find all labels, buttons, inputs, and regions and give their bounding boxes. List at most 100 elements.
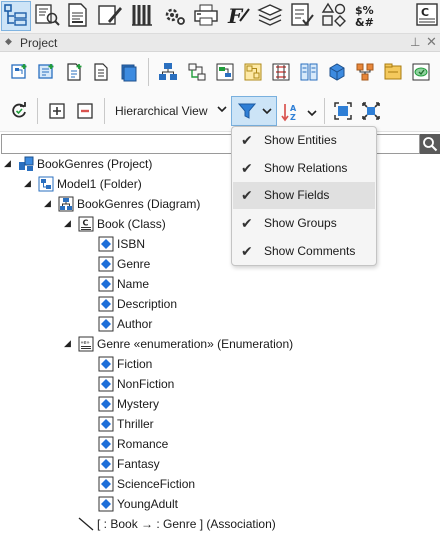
hierarchy-icon[interactable] — [158, 62, 178, 82]
tree-node-label: Model1 (Folder) — [57, 177, 142, 191]
generate-code-icon[interactable] — [128, 1, 158, 31]
panel-header: ◆ Project ⊥ ✕ — [0, 34, 440, 52]
expand-arrow-icon[interactable]: ◢ — [44, 198, 51, 209]
columns-icon[interactable] — [299, 62, 319, 82]
toolbar-separator — [148, 58, 149, 86]
print-icon[interactable] — [192, 1, 222, 31]
expand-arrow-icon[interactable]: ◢ — [24, 178, 31, 189]
project-icon — [18, 156, 34, 172]
tree-node-field[interactable]: Description — [0, 294, 440, 314]
tree-node-label: Book (Class) — [97, 217, 166, 231]
functions-icon[interactable]: F — [224, 1, 254, 31]
tree-node-label: Author — [117, 317, 153, 331]
search-model-icon[interactable] — [33, 1, 63, 31]
chevron-down-icon — [262, 105, 272, 119]
expand-arrow-icon[interactable]: ◢ — [4, 158, 11, 169]
check-icon: ✔ — [241, 243, 253, 259]
pin-icon[interactable]: ⊥ — [410, 35, 420, 49]
shapes-icon[interactable] — [320, 1, 350, 31]
tree-node-field[interactable]: Thriller — [0, 414, 440, 434]
field-icon — [98, 376, 114, 392]
sort-button[interactable]: AZ — [281, 101, 321, 123]
menu-item-show-comments[interactable]: ✔ Show Comments — [233, 238, 375, 265]
search-button[interactable] — [420, 134, 440, 154]
tree-node-field[interactable]: Fantasy — [0, 454, 440, 474]
menu-item-show-relations[interactable]: ✔ Show Relations — [233, 155, 375, 182]
collapse-all-icon[interactable] — [75, 101, 95, 121]
filter-button[interactable] — [231, 96, 277, 126]
checklist-icon[interactable] — [288, 1, 318, 31]
state-icon[interactable] — [243, 62, 263, 82]
tree-node-enumeration[interactable]: ◢ «e» Genre «enumeration» (Enumeration) — [0, 334, 440, 354]
svg-text:A: A — [290, 104, 297, 113]
tree-node-label: BookGenres (Diagram) — [77, 197, 201, 211]
add-note-icon[interactable] — [92, 62, 112, 82]
field-icon — [98, 296, 114, 312]
expand-arrow-icon[interactable]: ◢ — [64, 218, 71, 229]
tree-node-label: Mystery — [117, 397, 159, 411]
toolbar-separator — [104, 98, 105, 124]
tree-node-label: BookGenres (Project) — [37, 157, 153, 171]
field-icon — [98, 416, 114, 432]
add-model-icon[interactable] — [37, 62, 57, 82]
tree-node-field[interactable]: Fiction — [0, 354, 440, 374]
tree-node-field[interactable]: NonFiction — [0, 374, 440, 394]
activity-icon[interactable] — [355, 62, 375, 82]
model-explorer-icon[interactable] — [1, 1, 31, 31]
menu-item-label: Show Fields — [264, 188, 330, 202]
expand-arrow-icon[interactable]: ◢ — [64, 338, 71, 349]
fit-layout-icon[interactable] — [333, 101, 353, 121]
tree-node-field[interactable]: Mystery — [0, 394, 440, 414]
menu-item-show-groups[interactable]: ✔ Show Groups — [233, 210, 375, 237]
class-c-icon[interactable]: C — [414, 1, 440, 31]
package-icon[interactable] — [383, 62, 403, 82]
add-package-icon[interactable] — [119, 62, 139, 82]
component-icon[interactable] — [215, 62, 235, 82]
view-mode-select[interactable]: Hierarchical View — [115, 104, 207, 118]
field-icon — [98, 456, 114, 472]
class-diagram-icon[interactable] — [187, 62, 207, 82]
tree-node-label: Fiction — [117, 357, 153, 371]
layers-icon[interactable] — [256, 1, 286, 31]
variables-icon[interactable]: $% &# — [352, 1, 382, 31]
refresh-icon[interactable] — [9, 101, 29, 121]
expand-all-icon[interactable] — [47, 101, 67, 121]
menu-item-show-entities[interactable]: ✔ Show Entities — [233, 127, 375, 154]
main-toolbar: F $% &# C — [0, 0, 440, 34]
tree-node-association[interactable]: [ : Book → : Genre ] (Association) — [0, 514, 440, 534]
enumeration-icon: «e» — [78, 336, 94, 352]
tree-node-label: YoungAdult — [117, 497, 178, 511]
check-icon: ✔ — [241, 215, 253, 231]
check-icon: ✔ — [241, 160, 253, 176]
tree-node-label: Romance — [117, 437, 169, 451]
usecase-icon[interactable] — [411, 62, 431, 82]
field-icon — [98, 476, 114, 492]
tree-node-field[interactable]: Author — [0, 314, 440, 334]
collapse-icon[interactable]: ◆ — [5, 36, 12, 47]
add-document-icon[interactable] — [65, 62, 85, 82]
svg-text:C: C — [83, 219, 89, 228]
add-diagram-icon[interactable] — [10, 62, 30, 82]
settings-icon[interactable] — [160, 1, 190, 31]
edit-diagram-icon[interactable] — [96, 1, 126, 31]
close-icon[interactable]: ✕ — [426, 34, 437, 50]
class-icon: C — [78, 216, 94, 232]
field-icon — [98, 236, 114, 252]
filter-icon — [237, 101, 257, 124]
field-icon — [98, 256, 114, 272]
toolbar-separator — [324, 98, 325, 124]
expand-layout-icon[interactable] — [361, 101, 381, 121]
tree-node-label: Genre «enumeration» (Enumeration) — [97, 337, 294, 351]
check-icon: ✔ — [241, 132, 253, 148]
sequence-icon[interactable] — [271, 62, 291, 82]
tree-node-field[interactable]: ScienceFiction — [0, 474, 440, 494]
cube-icon[interactable] — [327, 62, 347, 82]
tree-node-field[interactable]: YoungAdult — [0, 494, 440, 514]
svg-text:&#: &# — [355, 16, 374, 29]
svg-text:F: F — [227, 4, 244, 28]
menu-item-show-fields[interactable]: ✔ Show Fields — [233, 182, 375, 209]
document-icon[interactable] — [64, 1, 94, 31]
chevron-down-icon[interactable] — [217, 104, 227, 117]
tree-node-field[interactable]: Romance — [0, 434, 440, 454]
tree-node-field[interactable]: Name — [0, 274, 440, 294]
